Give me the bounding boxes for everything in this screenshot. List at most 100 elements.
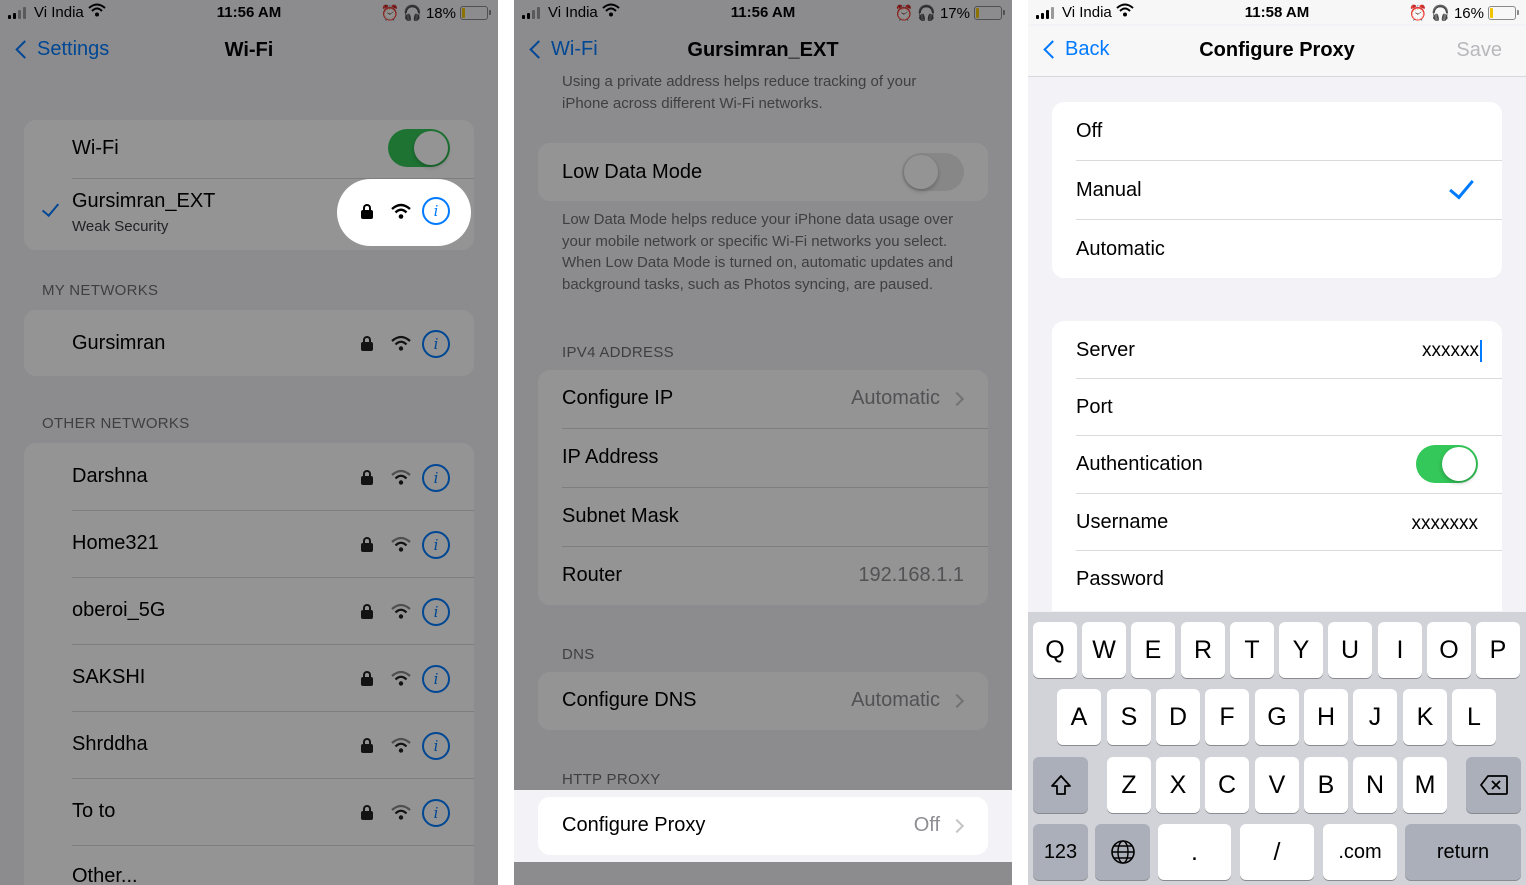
network-details-screen: Vi India 11:56 AM ⏰ 🎧 17% Wi-Fi Gursimran_… [514, 0, 1012, 885]
configure-proxy-row[interactable]: Configure Proxy Off [538, 797, 988, 855]
shift-key[interactable] [1033, 757, 1088, 813]
key-d[interactable]: D [1156, 689, 1200, 745]
network-row[interactable]: oberoi_5G i [24, 577, 474, 644]
mode-manual-row[interactable]: Manual [1052, 161, 1502, 219]
configure-proxy-screen: Vi India 11:58 AM ⏰ 🎧 16% Back Configure P… [1028, 0, 1526, 885]
key-z[interactable]: Z [1107, 757, 1151, 813]
info-icon[interactable]: i [422, 598, 450, 626]
network-name: To to [72, 800, 116, 822]
authentication-label: Authentication [1076, 453, 1203, 475]
battery-percent: 18% [425, 4, 456, 22]
save-button[interactable]: Save [1456, 39, 1502, 62]
key-p[interactable]: P [1476, 622, 1520, 678]
network-row[interactable]: Gursimran i [24, 310, 474, 376]
info-icon[interactable]: i [422, 665, 450, 693]
chevron-right-icon [949, 818, 965, 834]
username-row[interactable]: Username xxxxxxx [1052, 494, 1502, 550]
numbers-key[interactable]: 123 [1033, 824, 1088, 880]
key-n[interactable]: N [1353, 757, 1397, 813]
alarm-icon: ⏰ [380, 5, 400, 22]
nav-bar: Wi-Fi Gursimran_EXT [514, 26, 1012, 76]
mode-automatic-row[interactable]: Automatic [1052, 220, 1502, 278]
server-row[interactable]: Server xxxxxx [1052, 321, 1502, 378]
key-o[interactable]: O [1427, 622, 1471, 678]
key-r[interactable]: R [1181, 622, 1225, 678]
info-icon[interactable]: i [422, 464, 450, 492]
key-t[interactable]: T [1230, 622, 1274, 678]
key-q[interactable]: Q [1033, 622, 1077, 678]
dot-key[interactable]: . [1158, 824, 1231, 880]
key-w[interactable]: W [1082, 622, 1126, 678]
status-bar: Vi India 11:56 AM ⏰ 🎧 18% [0, 0, 498, 24]
key-f[interactable]: F [1205, 689, 1249, 745]
proxy-details-group: Server xxxxxx Port Authentication Userna… [1052, 321, 1502, 611]
battery-icon [974, 6, 1005, 20]
key-i[interactable]: I [1378, 622, 1422, 678]
wifi-signal-icon [391, 804, 411, 820]
router-label: Router [562, 564, 623, 586]
key-k[interactable]: K [1403, 689, 1447, 745]
wifi-signal-icon [391, 603, 411, 619]
network-row[interactable]: Home321 i [24, 510, 474, 577]
key-x[interactable]: X [1156, 757, 1200, 813]
nav-bar: Back Configure Proxy Save [1028, 26, 1526, 77]
info-icon[interactable]: i [422, 197, 450, 225]
key-l[interactable]: L [1452, 689, 1496, 745]
dotcom-key[interactable]: .com [1323, 824, 1397, 880]
key-y[interactable]: Y [1279, 622, 1323, 678]
mode-off-row[interactable]: Off [1052, 102, 1502, 160]
info-icon[interactable]: i [422, 330, 450, 358]
http-proxy-header: HTTP PROXY [562, 771, 661, 788]
key-e[interactable]: E [1131, 622, 1175, 678]
key-c[interactable]: C [1205, 757, 1249, 813]
wifi-signal-icon [391, 670, 411, 686]
network-row[interactable]: To to i [24, 778, 474, 845]
configure-ip-row[interactable]: Configure IP Automatic [538, 370, 988, 428]
page-title: Gursimran_EXT [687, 39, 839, 61]
authentication-row: Authentication [1052, 436, 1502, 493]
port-row[interactable]: Port [1052, 379, 1502, 435]
delete-key[interactable] [1466, 757, 1521, 813]
username-label: Username [1076, 511, 1169, 533]
wifi-toggle[interactable] [388, 129, 450, 167]
username-input[interactable]: xxxxxxx [1412, 513, 1479, 535]
lock-icon [361, 336, 373, 351]
configure-dns-row[interactable]: Configure DNS Automatic [538, 672, 988, 730]
low-data-toggle[interactable] [902, 153, 964, 191]
key-g[interactable]: G [1255, 689, 1299, 745]
globe-key[interactable] [1095, 824, 1150, 880]
network-row[interactable]: SAKSHI i [24, 644, 474, 711]
network-row[interactable]: Shrddha i [24, 711, 474, 778]
wifi-settings-screen: Vi India 11:56 AM ⏰ 🎧 18% Settings Wi-Fi W… [0, 0, 498, 885]
return-key[interactable]: return [1405, 824, 1521, 880]
key-b[interactable]: B [1304, 757, 1348, 813]
battery-icon [1488, 6, 1519, 20]
key-h[interactable]: H [1304, 689, 1348, 745]
wifi-signal-icon [391, 737, 411, 753]
key-j[interactable]: J [1353, 689, 1397, 745]
info-icon[interactable]: i [422, 531, 450, 559]
wifi-toggle-row: Wi-Fi [24, 120, 474, 178]
my-networks-header: MY NETWORKS [42, 282, 159, 299]
authentication-toggle[interactable] [1416, 445, 1478, 483]
key-m[interactable]: M [1403, 757, 1447, 813]
key-s[interactable]: S [1107, 689, 1151, 745]
password-row[interactable]: Password [1052, 551, 1502, 607]
configure-proxy-value: Off [913, 814, 940, 836]
info-icon[interactable]: i [422, 799, 450, 827]
slash-key[interactable]: / [1240, 824, 1314, 880]
battery-percent: 16% [1453, 4, 1484, 22]
dns-header: DNS [562, 646, 595, 663]
info-icon[interactable]: i [422, 732, 450, 760]
other-network-row[interactable]: Other... [24, 845, 474, 885]
server-input[interactable]: xxxxxx [1422, 340, 1482, 362]
key-v[interactable]: V [1255, 757, 1299, 813]
network-row[interactable]: Darshna i [24, 443, 474, 510]
wifi-label: Wi-Fi [72, 137, 119, 159]
ip-address-row: IP Address [538, 429, 988, 487]
key-u[interactable]: U [1328, 622, 1372, 678]
other-networks-group: Darshna i Home321 i oberoi_5G i SAKSHI i [24, 443, 474, 885]
lock-icon [361, 671, 373, 686]
lock-icon [361, 470, 373, 485]
key-a[interactable]: A [1057, 689, 1101, 745]
